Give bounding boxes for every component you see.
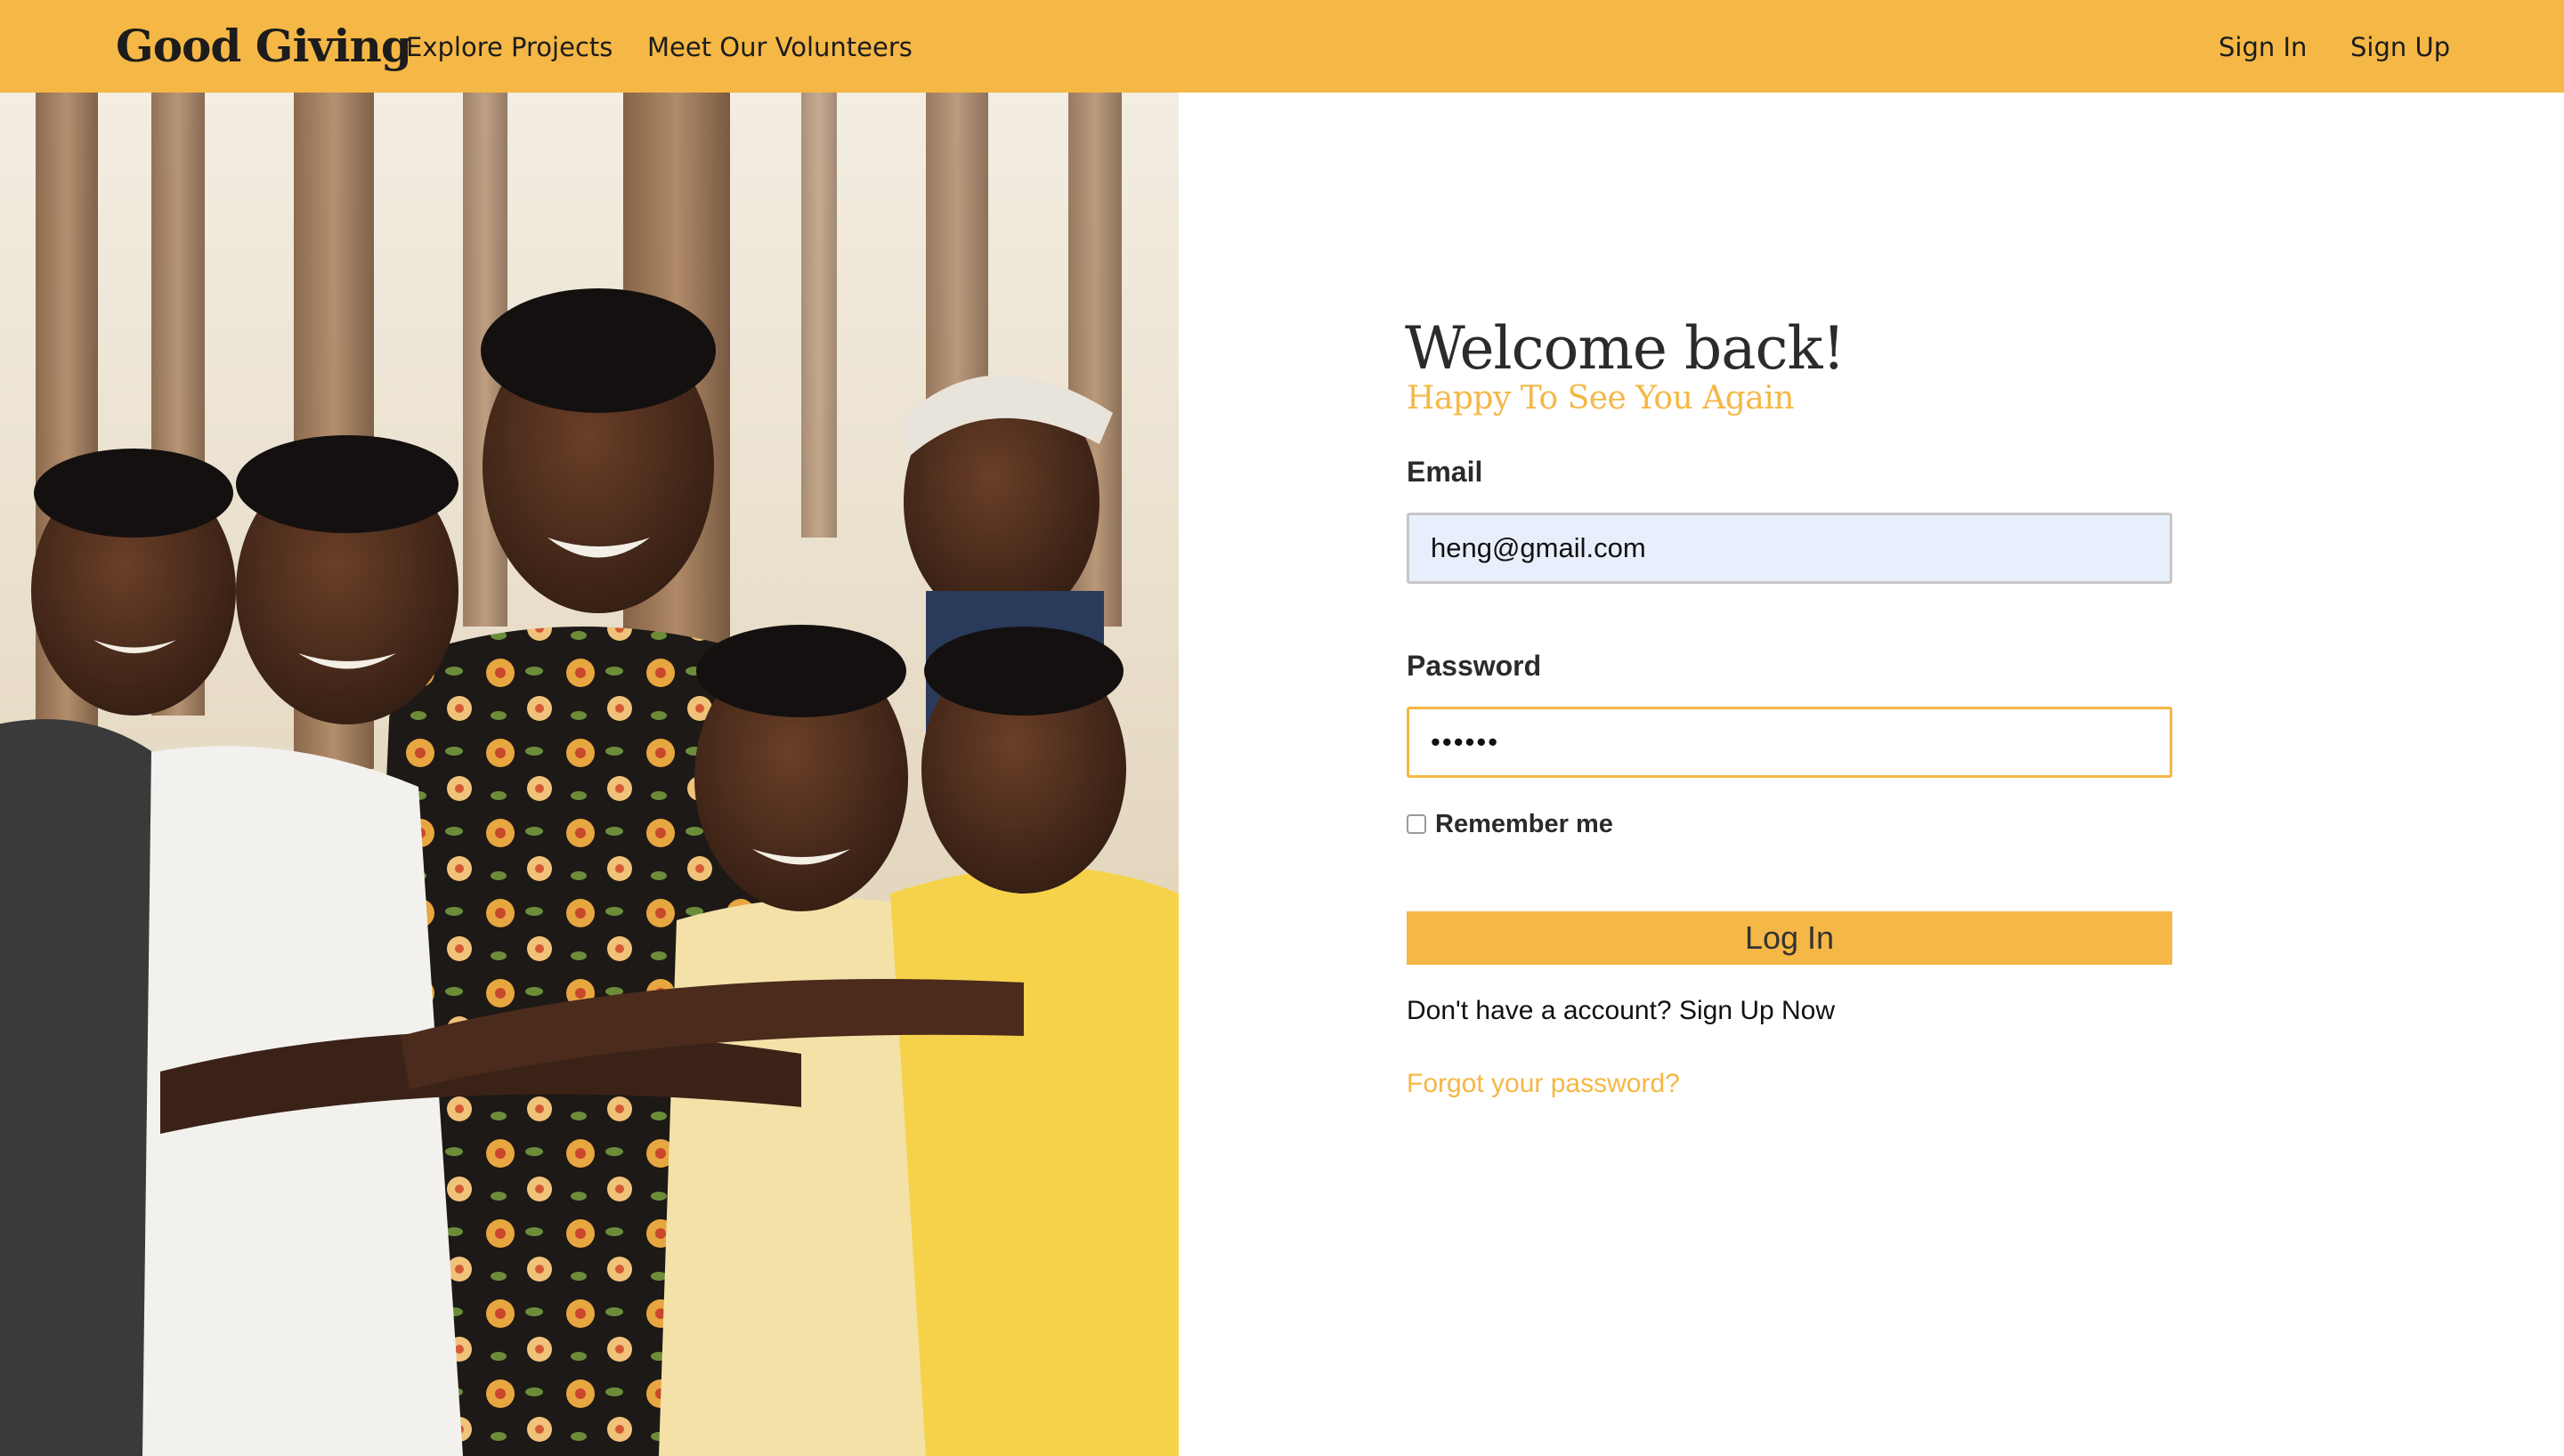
top-navbar: Good Giving Explore Projects Meet Our Vo… (0, 0, 2564, 93)
remember-me-row[interactable]: Remember me (1407, 806, 1613, 842)
hero-photo (0, 93, 1179, 1456)
remember-me-label: Remember me (1435, 809, 1613, 838)
forgot-password-link[interactable]: Forgot your password? (1407, 1066, 1680, 1102)
email-input[interactable] (1407, 513, 2172, 584)
password-label: Password (1407, 650, 1542, 682)
signup-prompt: Don't have a account? Sign Up Now (1407, 993, 1835, 1029)
welcome-subtitle: Happy To See You Again (1407, 380, 1794, 417)
no-account-text: Don't have a account? (1407, 996, 1672, 1025)
login-button[interactable]: Log In (1407, 911, 2172, 965)
nav-explore-projects[interactable]: Explore Projects (406, 28, 613, 66)
email-label: Email (1407, 456, 1483, 488)
remember-me-checkbox[interactable] (1407, 814, 1426, 834)
welcome-title: Welcome back! (1405, 314, 1846, 383)
nav-sign-in[interactable]: Sign In (2219, 28, 2307, 66)
sign-up-now-link[interactable]: Sign Up Now (1679, 996, 1835, 1025)
password-input[interactable] (1407, 707, 2172, 778)
hero-group-image (0, 93, 1179, 1456)
brand-logo[interactable]: Good Giving (116, 20, 412, 73)
nav-sign-up[interactable]: Sign Up (2350, 28, 2450, 66)
nav-meet-volunteers[interactable]: Meet Our Volunteers (647, 28, 913, 66)
